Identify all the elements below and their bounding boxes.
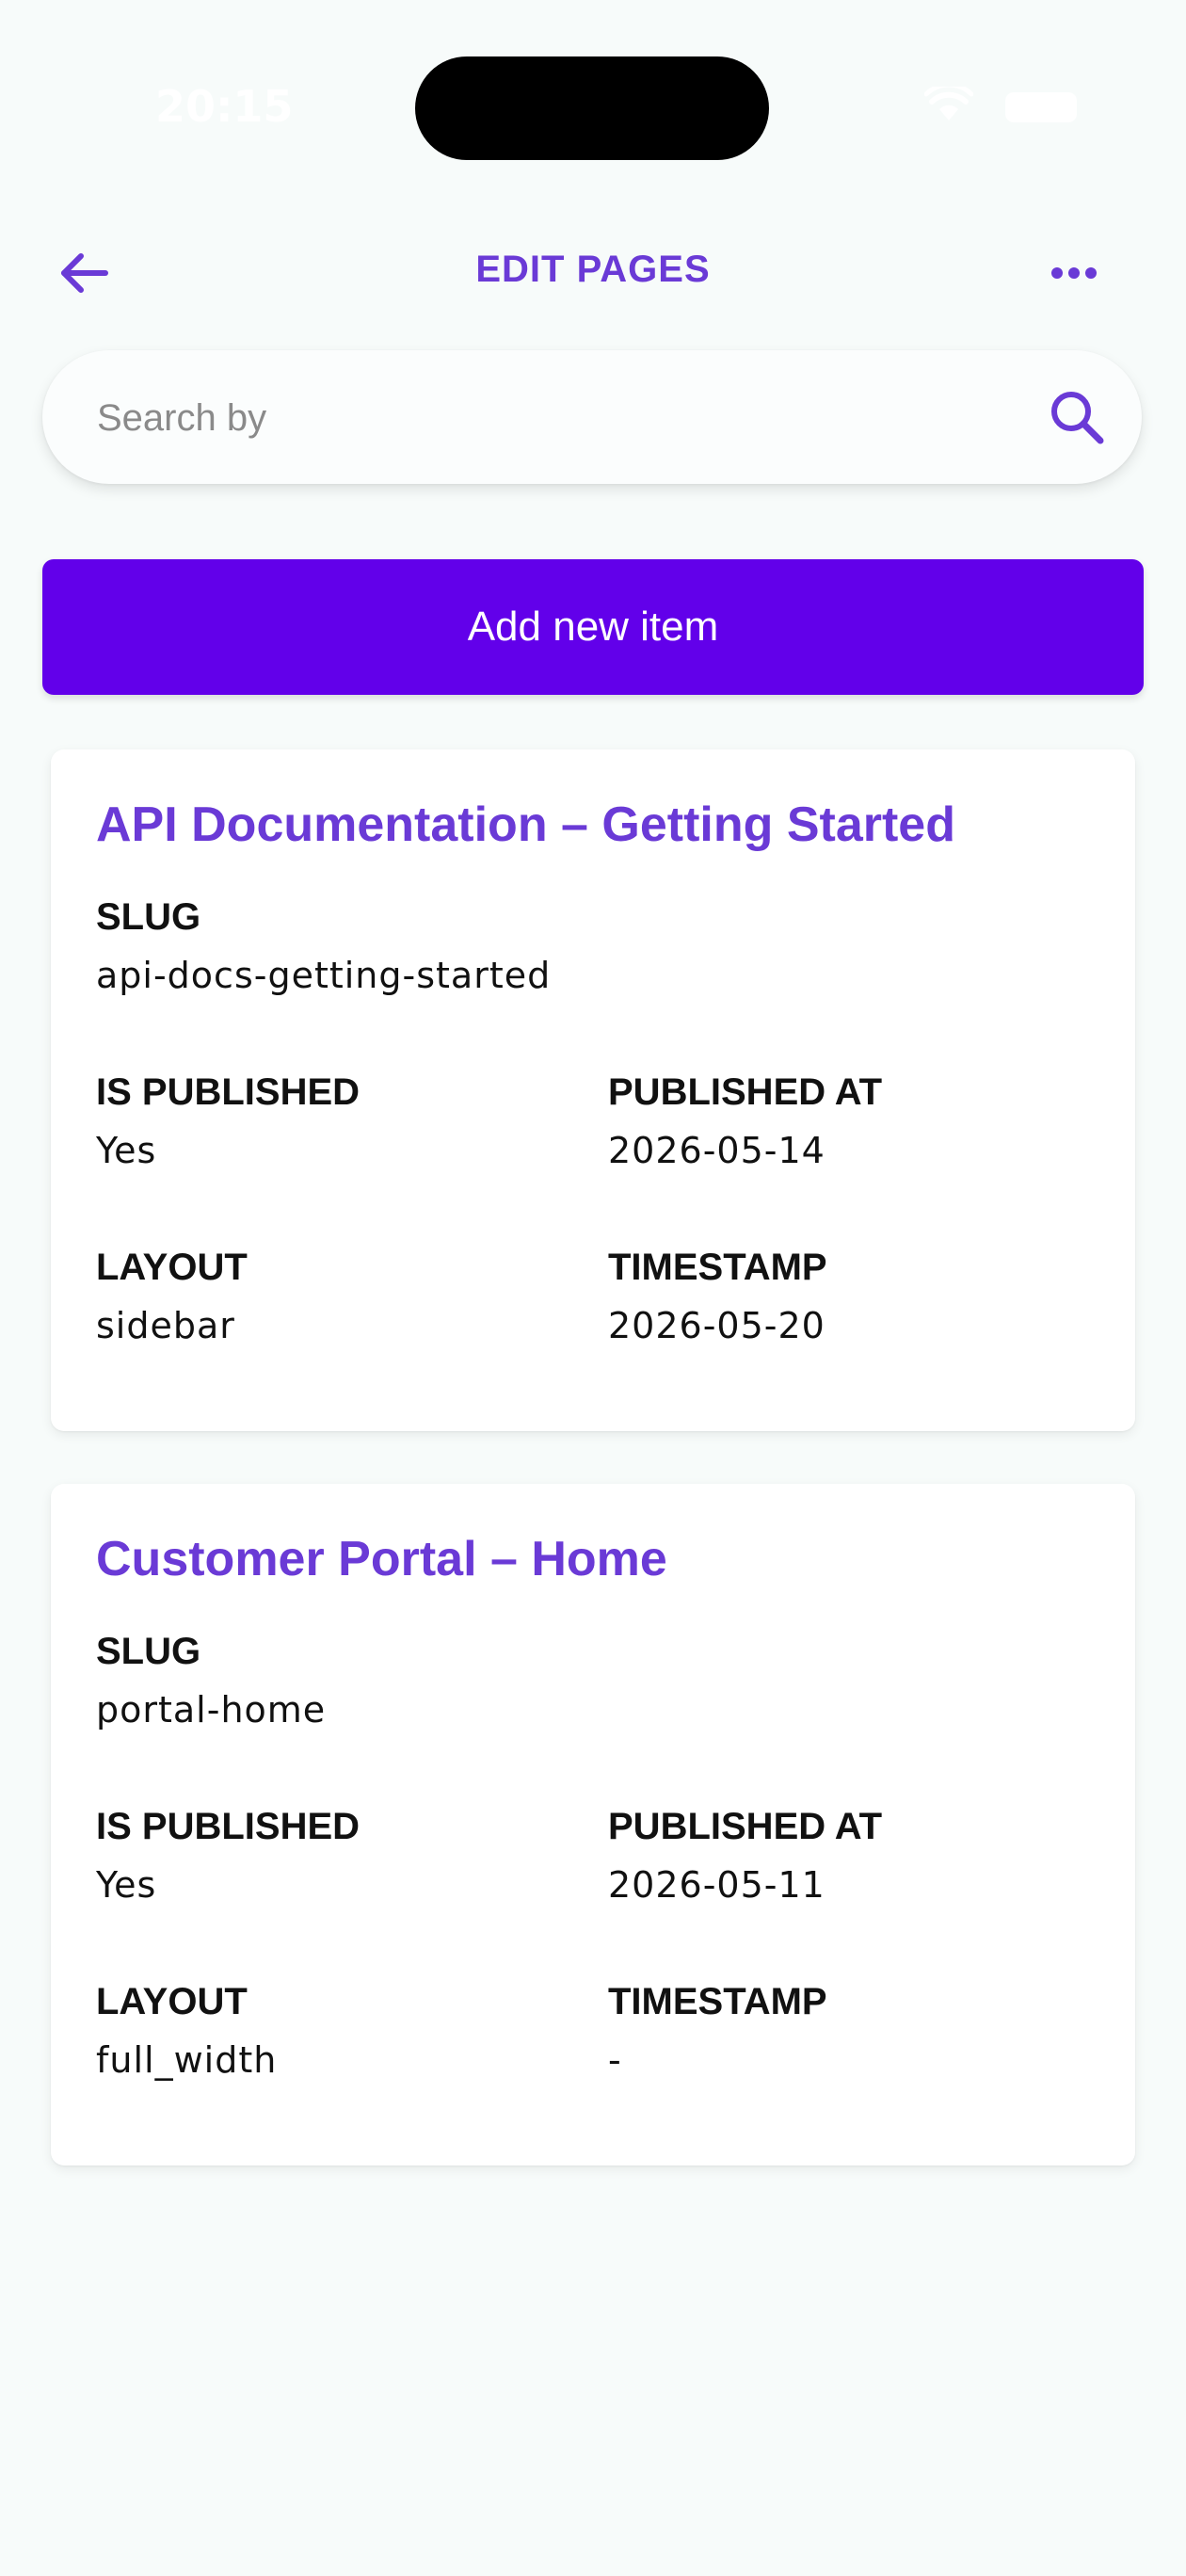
published-at-field: PUBLISHED AT 2026-05-11	[608, 1800, 882, 1911]
battery-icon	[1005, 92, 1077, 122]
wifi-icon	[924, 87, 973, 121]
timestamp-value: 2026-05-20	[608, 1305, 825, 1346]
timestamp-field: TIMESTAMP -	[608, 1975, 827, 2086]
timestamp-value: -	[608, 2039, 622, 2081]
page-title: EDIT PAGES	[475, 249, 711, 290]
slug-field: SLUG api-docs-getting-started	[96, 891, 551, 1002]
layout-label: LAYOUT	[96, 1981, 248, 2022]
slug-value: api-docs-getting-started	[96, 955, 552, 996]
is-published-field: IS PUBLISHED Yes	[96, 1066, 360, 1177]
search-bar	[42, 350, 1142, 486]
layout-field: LAYOUT sidebar	[96, 1241, 248, 1352]
published-at-label: PUBLISHED AT	[608, 1806, 883, 1847]
search-icon[interactable]	[1044, 384, 1110, 450]
app-header: EDIT PAGES	[0, 217, 1186, 326]
status-time: 20:15	[155, 81, 294, 132]
layout-field: LAYOUT full_width	[96, 1975, 277, 2086]
timestamp-field: TIMESTAMP 2026-05-20	[608, 1241, 827, 1352]
slug-value: portal-home	[96, 1689, 327, 1731]
is-published-value: Yes	[96, 1130, 157, 1171]
layout-value: sidebar	[96, 1305, 235, 1346]
published-at-field: PUBLISHED AT 2026-05-14	[608, 1066, 882, 1177]
layout-value: full_width	[96, 2039, 278, 2081]
is-published-label: IS PUBLISHED	[96, 1071, 361, 1113]
published-at-label: PUBLISHED AT	[608, 1071, 883, 1113]
is-published-value: Yes	[96, 1864, 157, 1906]
slug-field: SLUG portal-home	[96, 1625, 326, 1736]
card-title: Customer Portal – Home	[96, 1532, 667, 1586]
add-new-item-button[interactable]: Add new item	[42, 559, 1144, 695]
search-input[interactable]	[95, 350, 1040, 486]
is-published-label: IS PUBLISHED	[96, 1806, 361, 1847]
more-options-icon[interactable]	[1041, 254, 1107, 292]
published-at-value: 2026-05-11	[608, 1864, 825, 1906]
layout-label: LAYOUT	[96, 1247, 248, 1288]
card-title: API Documentation – Getting Started	[96, 797, 955, 852]
status-bar: 20:15	[0, 0, 1186, 160]
page-card[interactable]: Customer Portal – Home SLUG portal-home …	[51, 1484, 1135, 2165]
timestamp-label: TIMESTAMP	[608, 1981, 827, 2022]
published-at-value: 2026-05-14	[608, 1130, 825, 1171]
slug-label: SLUG	[96, 1631, 201, 1672]
slug-label: SLUG	[96, 896, 201, 938]
page-card[interactable]: API Documentation – Getting Started SLUG…	[51, 749, 1135, 1431]
is-published-field: IS PUBLISHED Yes	[96, 1800, 360, 1911]
timestamp-label: TIMESTAMP	[608, 1247, 827, 1288]
dynamic-island	[415, 56, 769, 160]
